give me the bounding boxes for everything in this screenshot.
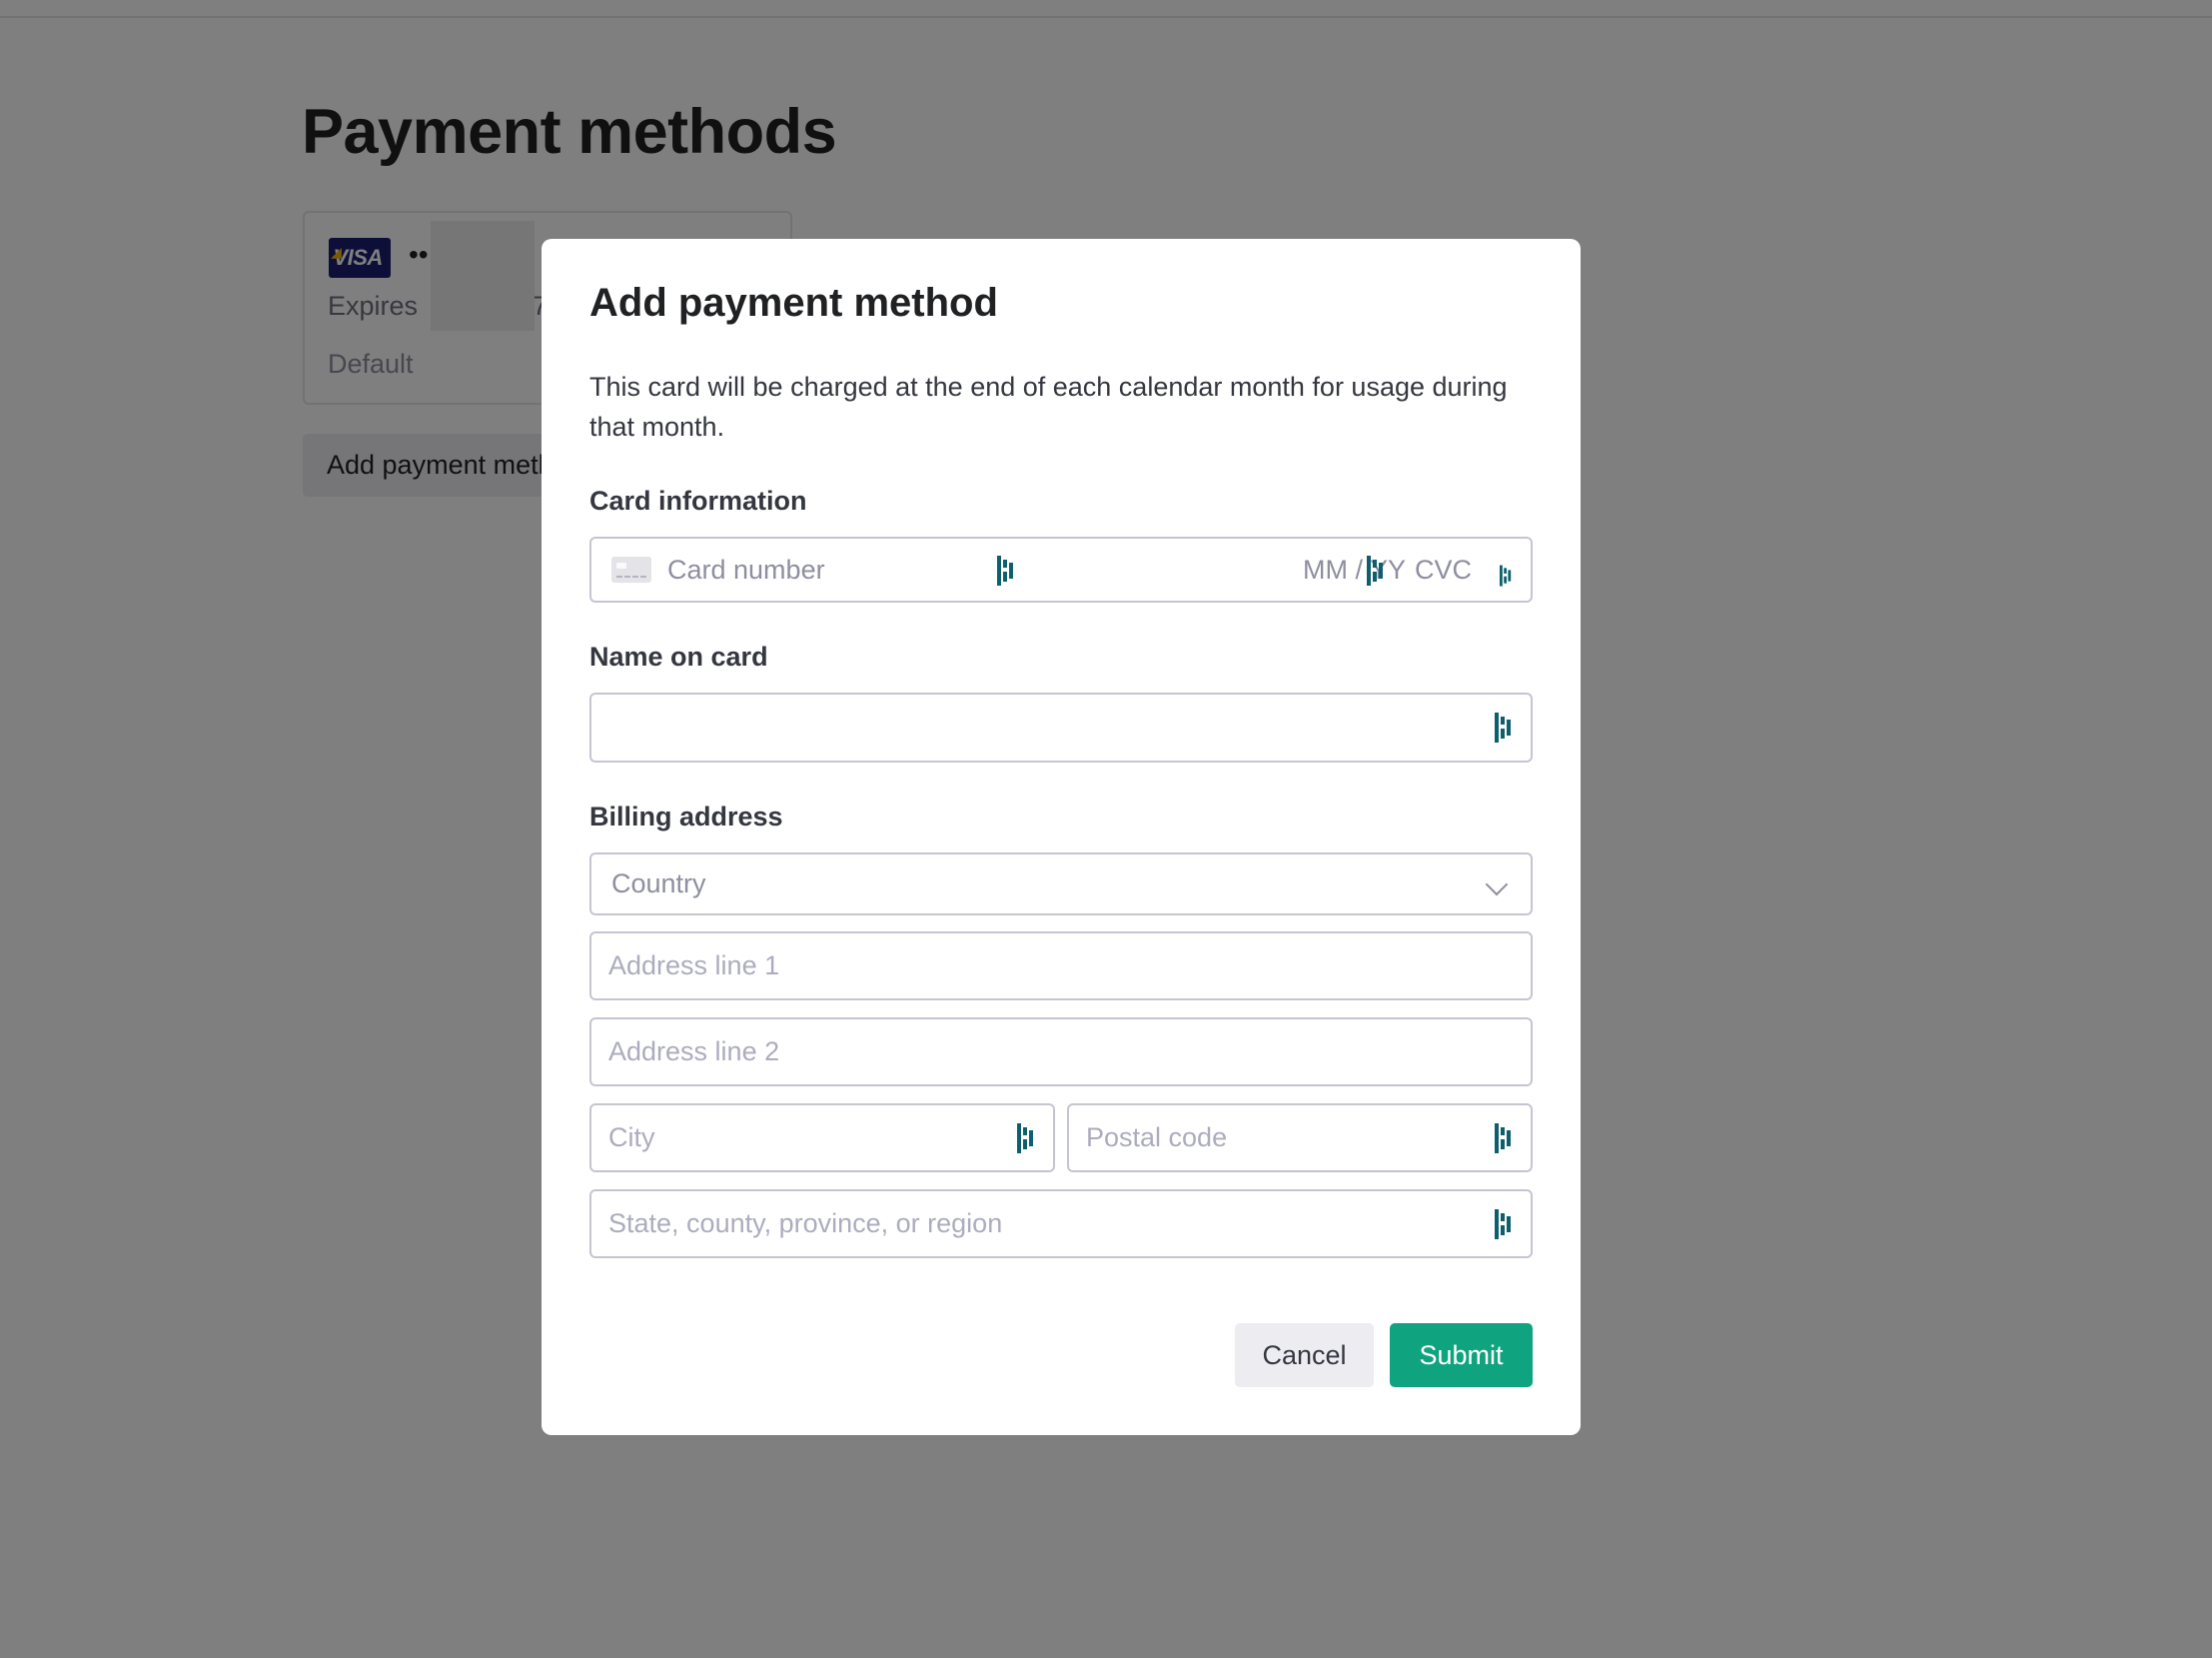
- country-select[interactable]: Country: [589, 852, 1533, 915]
- password-manager-icon[interactable]: [997, 556, 1017, 586]
- name-on-card-input[interactable]: [589, 693, 1533, 763]
- card-information-field[interactable]: Card number MM / YY CVC: [589, 537, 1533, 603]
- add-payment-method-dialog: Add payment method This card will be cha…: [542, 239, 1581, 1435]
- card-number-input[interactable]: Card number: [667, 555, 825, 586]
- password-manager-icon[interactable]: [1495, 1123, 1515, 1153]
- password-manager-icon[interactable]: [1495, 713, 1515, 743]
- address-line-1-input[interactable]: Address line 1: [589, 931, 1533, 1000]
- city-placeholder: City: [608, 1122, 655, 1152]
- address-line-1-placeholder: Address line 1: [608, 950, 780, 980]
- address-line-2-placeholder: Address line 2: [608, 1036, 780, 1066]
- city-input[interactable]: City: [589, 1103, 1055, 1172]
- address-line-2-input[interactable]: Address line 2: [589, 1017, 1533, 1086]
- postal-code-input[interactable]: Postal code: [1067, 1103, 1533, 1172]
- password-manager-icon[interactable]: [1495, 1209, 1515, 1239]
- password-manager-icon[interactable]: [1367, 556, 1387, 586]
- postal-code-placeholder: Postal code: [1086, 1122, 1228, 1152]
- password-manager-icon[interactable]: [1017, 1123, 1037, 1153]
- billing-address-label: Billing address: [589, 802, 783, 831]
- submit-button[interactable]: Submit: [1390, 1323, 1533, 1387]
- country-placeholder: Country: [611, 868, 706, 898]
- card-information-label: Card information: [589, 486, 807, 516]
- chevron-down-icon: [1485, 872, 1509, 896]
- dialog-title: Add payment method: [589, 281, 998, 325]
- state-region-placeholder: State, county, province, or region: [608, 1208, 1003, 1238]
- name-on-card-label: Name on card: [589, 642, 768, 672]
- expiry-input[interactable]: MM / YY: [1303, 555, 1406, 586]
- cancel-button[interactable]: Cancel: [1235, 1323, 1374, 1387]
- password-manager-icon[interactable]: [1500, 565, 1514, 587]
- dialog-description: This card will be charged at the end of …: [589, 372, 1508, 442]
- state-region-input[interactable]: State, county, province, or region: [589, 1189, 1533, 1258]
- cvc-input[interactable]: CVC: [1415, 555, 1472, 586]
- credit-card-icon: [611, 557, 651, 583]
